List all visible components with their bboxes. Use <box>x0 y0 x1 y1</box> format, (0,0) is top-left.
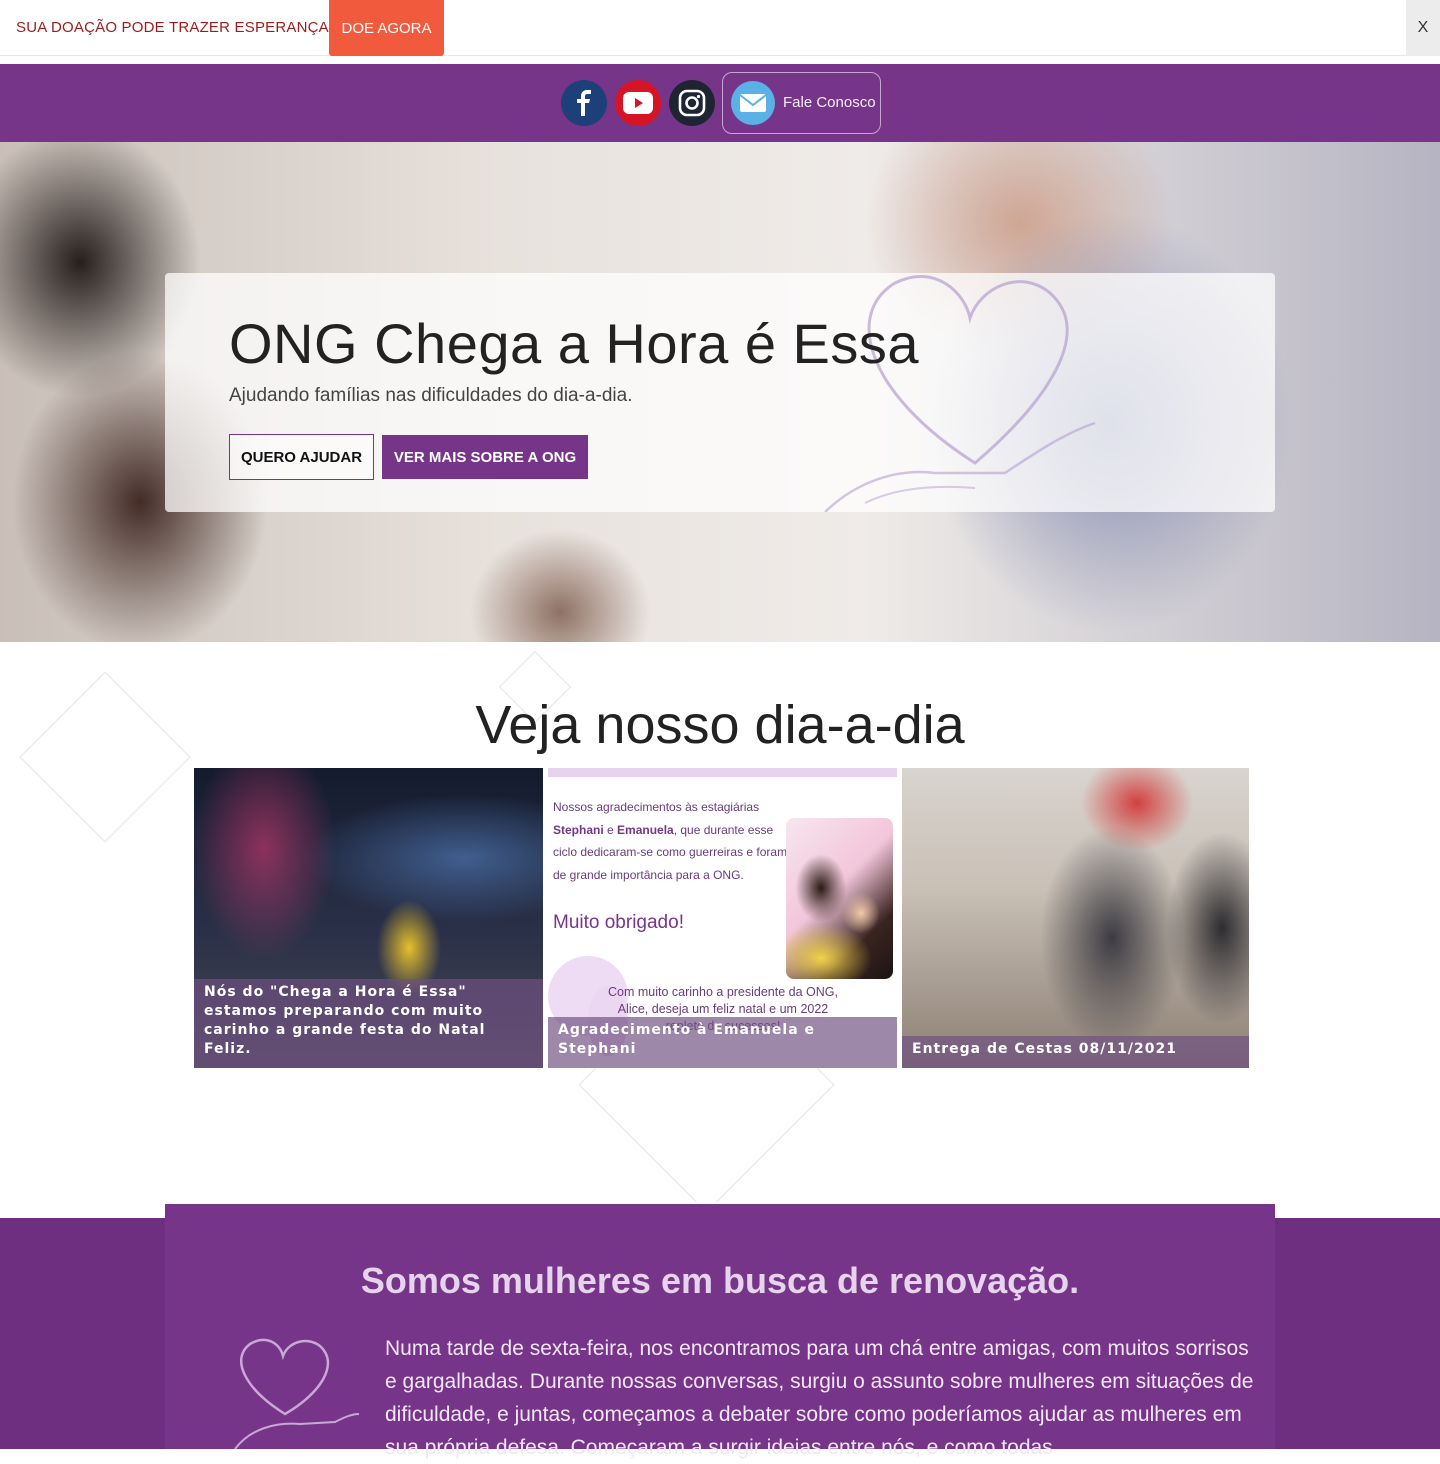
diary-section-title: Veja nosso dia-a-dia <box>475 695 965 755</box>
want-to-help-button[interactable]: QUERO AJUDAR <box>229 434 374 480</box>
about-section: Somos mulheres em busca de renovação. Nu… <box>165 1204 1275 1459</box>
donation-bar: SUA DOAÇÃO PODE TRAZER ESPERANÇA. DOE AG… <box>0 0 1440 56</box>
contact-us-button[interactable]: Fale Conosco <box>722 72 881 134</box>
hero-card: ONG Chega a Hora é Essa Ajudando família… <box>165 273 1275 512</box>
learn-more-button[interactable]: VER MAIS SOBRE A ONG <box>382 435 588 479</box>
about-title: Somos mulheres em busca de renovação. <box>360 1260 1080 1301</box>
diary-card-caption: Nós do "Chega a Hora é Essa" estamos pre… <box>194 979 543 1068</box>
donate-now-button[interactable]: DOE AGORA <box>329 0 444 56</box>
interns-photo <box>786 818 893 979</box>
mail-icon <box>731 81 775 125</box>
diary-card-christmas[interactable]: Nós do "Chega a Hora é Essa" estamos pre… <box>194 768 543 1068</box>
diary-card-thanks[interactable]: Nossos agradecimentos às estagiárias Ste… <box>548 768 897 1068</box>
hero-banner: ONG Chega a Hora é Essa Ajudando família… <box>0 142 1440 642</box>
youtube-icon[interactable] <box>615 80 661 126</box>
about-text: Numa tarde de sexta-feira, nos encontram… <box>385 1337 1254 1459</box>
thank-you-heading: Muito obrigado! <box>553 912 684 933</box>
close-donation-bar-button[interactable]: X <box>1406 0 1440 56</box>
diary-card-caption: Entrega de Cestas 08/11/2021 <box>902 1036 1249 1068</box>
diary-card-baskets[interactable]: Entrega de Cestas 08/11/2021 <box>902 768 1249 1068</box>
facebook-icon[interactable] <box>561 80 607 126</box>
instagram-icon[interactable] <box>669 80 715 126</box>
card-top-stripe <box>548 768 897 777</box>
diary-card-caption: Agradecimento à Emanuela e Stephani <box>548 1017 897 1068</box>
heart-hand-icon <box>234 1338 360 1449</box>
hero-subtitle: Ajudando famílias nas dificuldades do di… <box>229 385 633 406</box>
heart-hand-icon <box>824 275 1096 512</box>
thanks-text: Nossos agradecimentos às estagiárias Ste… <box>553 800 788 882</box>
hero-title: ONG Chega a Hora é Essa <box>229 312 920 375</box>
contact-us-label: Fale Conosco <box>783 94 876 111</box>
social-bar: Fale Conosco <box>0 64 1440 142</box>
donation-message: SUA DOAÇÃO PODE TRAZER ESPERANÇA. <box>16 19 334 36</box>
